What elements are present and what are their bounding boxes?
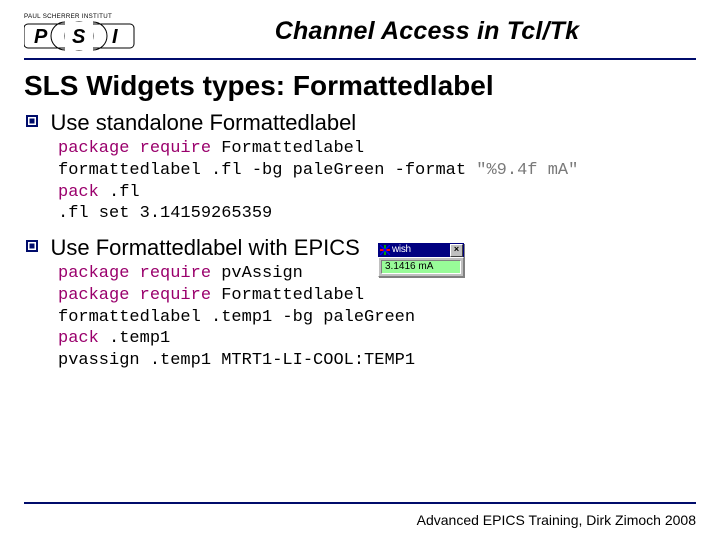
wish-app-icon: [380, 245, 390, 255]
svg-text:S: S: [72, 26, 86, 48]
wish-body: 3.1416 mA: [378, 257, 464, 277]
wish-window-title: wish: [392, 245, 450, 255]
square-bullet-icon: [26, 240, 38, 252]
wish-titlebar: wish ×: [378, 243, 464, 257]
wish-window: wish × 3.1416 mA: [378, 243, 464, 277]
logo-top-text: PAUL SCHERRER INSTITUT: [24, 13, 112, 20]
bullet-2: Use Formattedlabel with EPICS: [26, 235, 696, 261]
code-block-2: package require pvAssign package require…: [58, 263, 696, 372]
square-bullet-icon: [26, 115, 38, 127]
divider-top: [24, 58, 696, 60]
code-block-1: package require Formattedlabel formatted…: [58, 138, 696, 225]
svg-text:P: P: [34, 26, 48, 48]
bullet-2-text: Use Formattedlabel with EPICS: [50, 235, 359, 260]
bullet-1-text: Use standalone Formattedlabel: [50, 110, 356, 135]
formattedlabel-value: 3.1416 mA: [381, 260, 461, 274]
divider-bottom: [24, 502, 696, 504]
bullet-1: Use standalone Formattedlabel: [26, 110, 696, 136]
slide-footer: Advanced EPICS Training, Dirk Zimoch 200…: [417, 512, 696, 528]
page-heading: SLS Widgets types: Formattedlabel: [24, 70, 696, 102]
svg-text:I: I: [112, 26, 118, 48]
psi-logo: PAUL SCHERRER INSTITUT P S I: [24, 10, 144, 52]
slide-title: Channel Access in Tcl/Tk: [158, 17, 696, 46]
wish-close-button[interactable]: ×: [450, 244, 463, 257]
